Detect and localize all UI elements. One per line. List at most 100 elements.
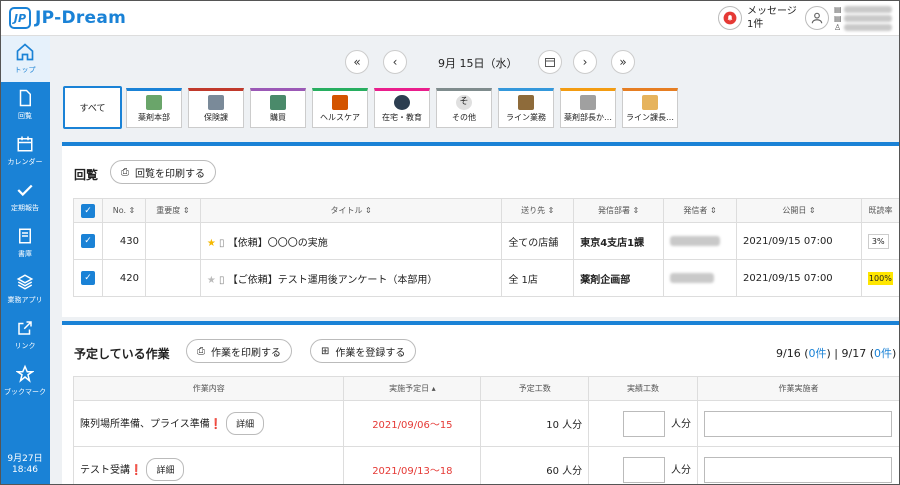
column-header-actual: 実績工数 xyxy=(588,376,698,401)
tab-purchasing[interactable]: 購買 xyxy=(250,88,306,128)
logo[interactable]: JP JP-Dream xyxy=(9,7,126,29)
sidebar: トップ 回覧 カレンダー 定期報告 書庫 業務アプリ リンク ブックマーク 9月… xyxy=(0,36,50,485)
messages-link[interactable]: メッセージ 1件 xyxy=(747,5,797,31)
column-header-department[interactable]: 発信部署 ⇕ xyxy=(573,198,665,223)
column-header-sender[interactable]: 発信者 ⇕ xyxy=(663,198,738,223)
last-page-button[interactable]: » xyxy=(611,50,635,74)
task-actual: 人分 xyxy=(588,400,698,447)
task-content: 陳列場所準備、プライス準備❗ 詳細 xyxy=(72,400,345,447)
sidebar-item-library[interactable]: 書庫 xyxy=(0,220,50,266)
row-title[interactable]: ★ ▯ 【ご依頼】テスト運用後アンケート（本部用） xyxy=(199,259,503,297)
tab-pharmacy-hq[interactable]: 薬剤本部 xyxy=(126,88,182,128)
star-outline-icon[interactable]: ★ xyxy=(207,275,216,286)
external-link-icon xyxy=(18,321,32,335)
next-day-button[interactable]: › xyxy=(573,50,597,74)
tab-insurance[interactable]: 保険課 xyxy=(188,88,244,128)
add-note-icon: ⊞ xyxy=(321,345,330,357)
row-priority xyxy=(144,222,201,260)
worker-input[interactable] xyxy=(703,456,892,483)
tab-line-work[interactable]: ライン業務 xyxy=(498,88,554,128)
detail-button[interactable]: 詳細 xyxy=(226,412,265,435)
table-row: テスト受講❗ 詳細 2021/09/13〜18 60 人分 人分 xyxy=(72,446,900,485)
column-header-title[interactable]: タイトル ⇕ xyxy=(199,198,503,223)
print-circulation-button[interactable]: ⎙ 回覧を印刷する xyxy=(110,160,216,184)
exclamation-icon: ❗ xyxy=(130,465,143,476)
column-header-read-rate[interactable]: 既読率 xyxy=(860,198,900,223)
row-title-text: 【依頼】〇〇〇の実施 xyxy=(227,237,328,249)
day2-count-link[interactable]: 0件 xyxy=(874,347,892,360)
tab-healthcare[interactable]: ヘルスケア xyxy=(312,88,368,128)
actual-input[interactable] xyxy=(622,456,665,483)
table-row[interactable]: ✓ 430 ★ ▯ 【依頼】〇〇〇の実施 全ての店舗 東京4支店1課 2021/… xyxy=(73,222,900,260)
column-header-no[interactable]: No. ⇕ xyxy=(101,198,146,223)
tab-other[interactable]: そその他 xyxy=(436,88,492,128)
brand-name: JP-Dream xyxy=(35,8,127,28)
actual-input[interactable] xyxy=(622,410,665,437)
clock-date: 9月27日 xyxy=(7,454,43,464)
column-header-scheduled-date[interactable]: 実施予定日 ▴ xyxy=(343,376,482,401)
row-number: 430 xyxy=(101,222,146,260)
star-filled-icon[interactable]: ★ xyxy=(207,238,216,249)
sidebar-item-label: 業務アプリ xyxy=(7,296,43,304)
home-icon xyxy=(16,43,34,61)
register-task-button[interactable]: ⊞ 作業を登録する xyxy=(310,339,417,363)
logo-mark: JP xyxy=(9,7,31,29)
task-worker xyxy=(696,446,900,485)
header-label: 公開日 xyxy=(782,206,807,215)
tab-label: 保険課 xyxy=(204,113,228,122)
row-read-rate: 100% xyxy=(860,259,900,297)
sidebar-item-label: リンク xyxy=(14,342,36,350)
sidebar-item-apps[interactable]: 業務アプリ xyxy=(0,266,50,312)
door-icon xyxy=(518,95,534,110)
day1-label: 9/16 ( xyxy=(776,347,809,360)
tab-home-education[interactable]: 在宅・教育 xyxy=(374,88,430,128)
sidebar-item-links[interactable]: リンク xyxy=(0,312,50,358)
read-rate-badge: 3% xyxy=(867,233,889,249)
row-date: 2021/09/15 07:00 xyxy=(736,222,862,260)
column-header-date[interactable]: 公開日 ⇕ xyxy=(736,198,862,223)
unit-label: 人分 xyxy=(670,418,691,430)
table-row: 陳列場所準備、プライス準備❗ 詳細 2021/09/06〜15 10 人分 人分 xyxy=(72,400,900,447)
star-icon xyxy=(16,364,34,383)
column-header-content: 作業内容 xyxy=(72,376,345,401)
tab-label: ヘルスケア xyxy=(320,113,360,122)
tab-all[interactable]: すべて xyxy=(63,86,122,129)
sidebar-item-label: 定期報告 xyxy=(11,204,39,212)
user-icon[interactable] xyxy=(805,6,829,30)
table-row[interactable]: ✓ 420 ★ ▯ 【ご依頼】テスト運用後アンケート（本部用） 全 1店 薬剤企… xyxy=(73,259,900,297)
task-planned: 10 人分 xyxy=(480,400,590,447)
header-label: 発信部署 xyxy=(598,206,630,215)
select-all-checkbox[interactable]: ✓ xyxy=(73,198,103,223)
tab-label: 薬剤部長か… xyxy=(564,113,612,122)
print-tasks-button[interactable]: ⎙ 作業を印刷する xyxy=(186,339,292,363)
notification-bell-icon[interactable] xyxy=(718,6,742,30)
info-icon xyxy=(580,95,596,110)
printer-icon: ⎙ xyxy=(121,166,129,178)
row-checkbox[interactable]: ✓ xyxy=(73,222,103,260)
worker-input[interactable] xyxy=(703,410,892,437)
row-title[interactable]: ★ ▯ 【依頼】〇〇〇の実施 xyxy=(199,222,503,260)
row-department: 東京4支店1課 xyxy=(573,222,665,260)
row-checkbox[interactable]: ✓ xyxy=(73,259,103,297)
row-sender-redacted xyxy=(663,222,738,260)
day1-count-link[interactable]: 0件 xyxy=(809,347,827,360)
other-icon: そ xyxy=(456,95,472,110)
sidebar-item-bookmark[interactable]: ブックマーク xyxy=(0,358,50,404)
sidebar-item-label: 回覧 xyxy=(18,112,32,120)
column-header-destination[interactable]: 送り先 ⇕ xyxy=(501,198,575,223)
sidebar-item-circulation[interactable]: 回覧 xyxy=(0,82,50,128)
calendar-picker-icon[interactable] xyxy=(538,50,562,74)
first-page-button[interactable]: « xyxy=(345,50,369,74)
task-worker xyxy=(696,400,900,447)
prev-day-button[interactable]: ‹ xyxy=(383,50,407,74)
row-number: 420 xyxy=(101,259,146,297)
tab-line-manager[interactable]: ライン課長… xyxy=(622,88,678,128)
row-title-text: 【ご依頼】テスト運用後アンケート（本部用） xyxy=(227,274,438,286)
tab-pharmacy-director[interactable]: 薬剤部長か… xyxy=(560,88,616,128)
sidebar-item-calendar[interactable]: カレンダー xyxy=(0,128,50,174)
column-header-priority[interactable]: 重要度 ⇕ xyxy=(144,198,201,223)
sidebar-item-report[interactable]: 定期報告 xyxy=(0,174,50,220)
sidebar-item-top[interactable]: トップ xyxy=(0,36,50,82)
detail-button[interactable]: 詳細 xyxy=(146,458,185,481)
task-actual: 人分 xyxy=(588,446,698,485)
